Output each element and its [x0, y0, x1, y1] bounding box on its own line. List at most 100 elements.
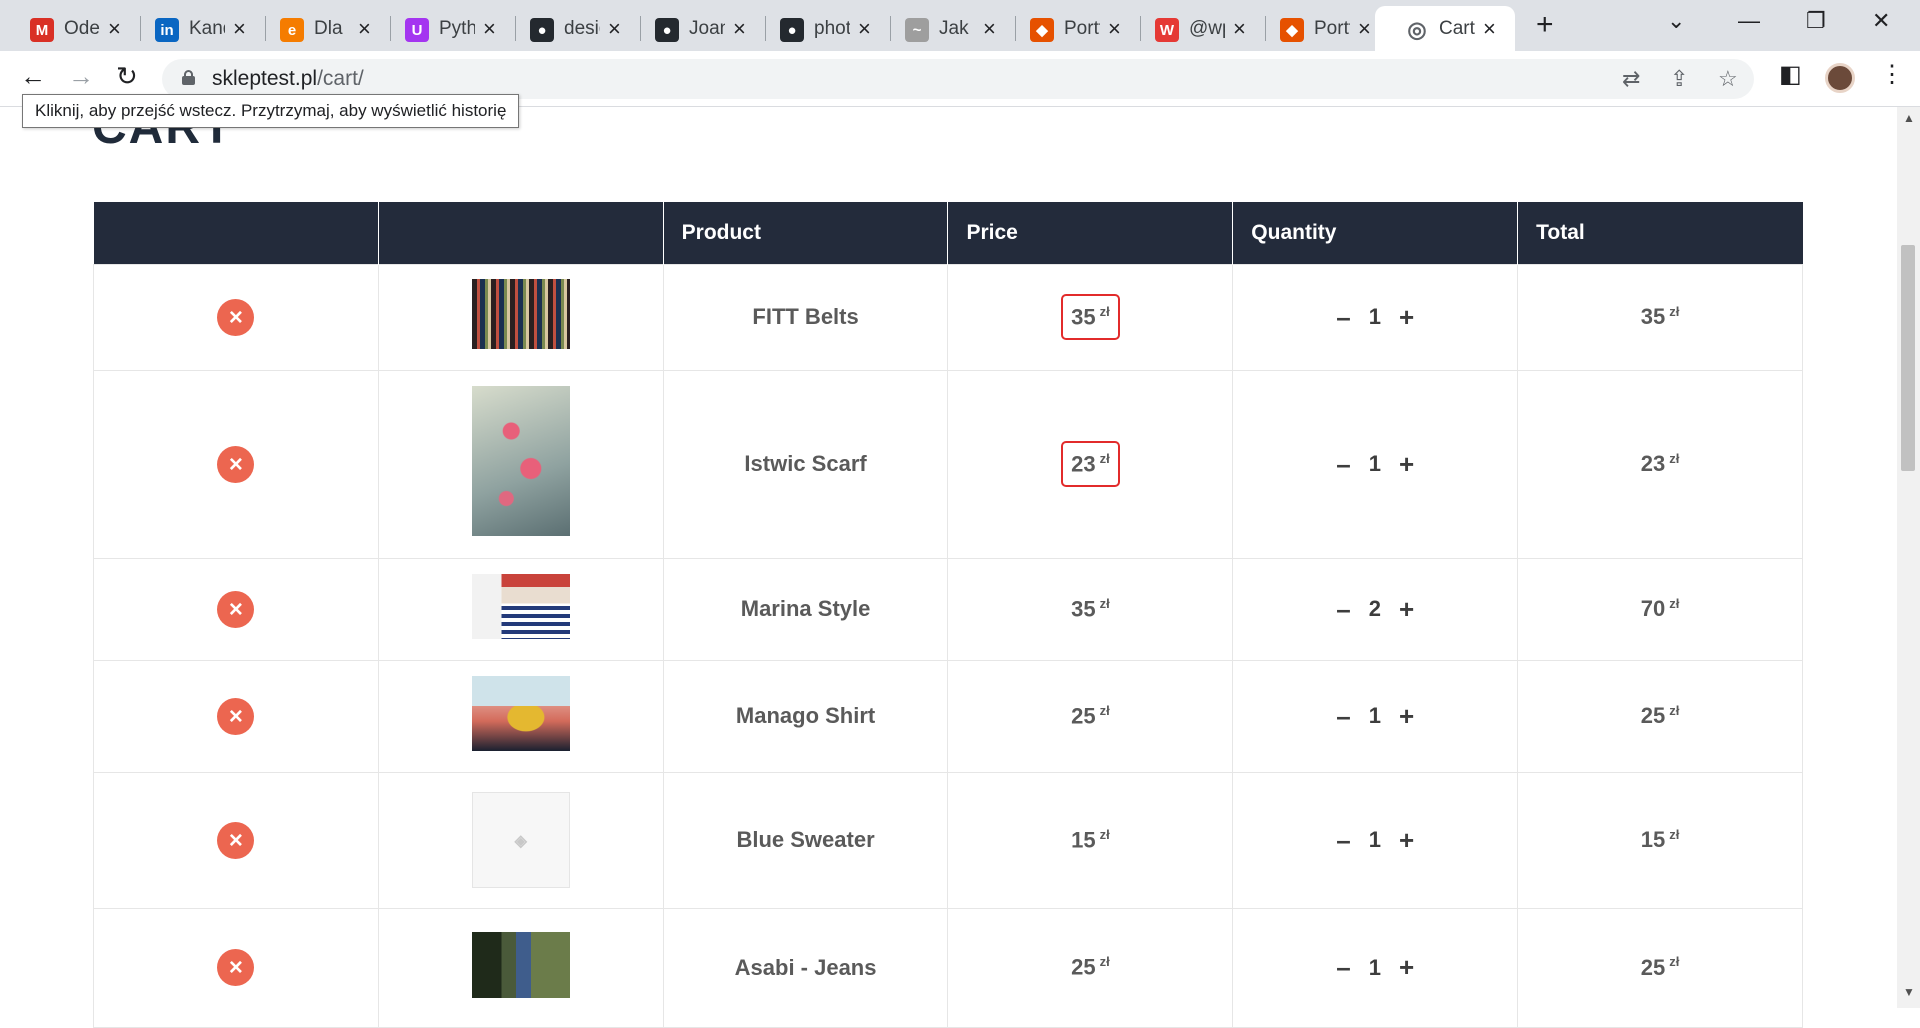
increase-quantity-button[interactable]: + [1399, 302, 1414, 333]
price-value: 23 [1071, 451, 1096, 477]
column-header-remove [93, 202, 379, 264]
menu-kebab-icon[interactable]: ⋮ [1880, 60, 1904, 89]
quantity-value[interactable]: 1 [1369, 451, 1381, 477]
quantity-cell: –1 + [1232, 369, 1519, 559]
browser-tab[interactable]: ◆ Portfolio × [1000, 6, 1141, 51]
remove-item-icon[interactable]: × [217, 821, 255, 859]
quantity-value[interactable]: 2 [1369, 596, 1381, 622]
remove-item-icon[interactable]: × [217, 590, 255, 628]
close-tab-icon[interactable]: × [1483, 16, 1496, 42]
share-icon[interactable]: ⇪ [1670, 66, 1688, 92]
close-tab-icon[interactable]: × [108, 16, 121, 42]
quantity-cell: –1 + [1232, 771, 1519, 909]
lock-icon[interactable] [182, 70, 195, 85]
browser-tab[interactable]: ~ Jak × [875, 6, 1016, 51]
minimize-icon[interactable]: — [1738, 8, 1760, 34]
quantity-value[interactable]: 1 [1369, 304, 1381, 330]
bookmark-star-icon[interactable]: ☆ [1718, 66, 1738, 92]
increase-quantity-button[interactable]: + [1399, 825, 1414, 856]
line-total: 25 zł [1641, 954, 1680, 979]
remove-item-icon[interactable]: × [217, 298, 255, 336]
restore-icon[interactable]: ❐ [1806, 8, 1826, 34]
close-tab-icon[interactable]: × [358, 16, 371, 42]
browser-tab[interactable]: ● photo × [750, 6, 891, 51]
product-thumbnail[interactable]: ◈ [471, 792, 570, 888]
scroll-down-arrow-icon[interactable]: ▼ [1903, 985, 1915, 999]
new-tab-button[interactable]: + [1536, 8, 1554, 42]
address-bar[interactable]: skleptest.pl/cart/ ⇄ ⇪ ☆ [162, 59, 1754, 99]
close-tab-icon[interactable]: × [1358, 16, 1371, 42]
item-price: 35 zł [1061, 293, 1120, 341]
column-header-product: Product [663, 202, 949, 264]
close-window-icon[interactable]: ✕ [1872, 8, 1890, 34]
product-thumbnail[interactable] [471, 386, 570, 536]
remove-cell: × [93, 263, 379, 371]
close-tab-icon[interactable]: × [733, 16, 746, 42]
close-tab-icon[interactable]: × [858, 16, 871, 42]
thumbnail-cell [377, 557, 664, 661]
scrollbar-thumb[interactable] [1901, 245, 1915, 471]
browser-tab[interactable]: in Kandydaci × [125, 6, 266, 51]
decrease-quantity-button[interactable]: – [1336, 594, 1350, 625]
thumbnail-cell [377, 907, 664, 1028]
thumbnail-cell [377, 263, 664, 371]
decrease-quantity-button[interactable]: – [1336, 952, 1350, 983]
increase-quantity-button[interactable]: + [1399, 449, 1414, 480]
close-tab-icon[interactable]: × [483, 16, 496, 42]
back-arrow-icon[interactable]: ← [20, 61, 46, 92]
increase-quantity-button[interactable]: + [1399, 594, 1414, 625]
remove-item-icon[interactable]: × [217, 697, 255, 735]
cart-row: × ◈ Blue Sweater 15 zł –1 +15 zł [93, 771, 1803, 909]
tab-search-icon[interactable]: ⌄ [1667, 8, 1685, 34]
remove-item-icon[interactable]: × [217, 445, 255, 483]
decrease-quantity-button[interactable]: – [1336, 825, 1350, 856]
browser-tab[interactable]: W @wp × [1125, 6, 1266, 51]
tab-title: Cart [1439, 18, 1475, 39]
price-cell: 25 zł [947, 659, 1234, 773]
close-tab-icon[interactable]: × [233, 16, 246, 42]
remove-item-icon[interactable]: × [217, 949, 255, 986]
currency-label: zł [1099, 702, 1110, 718]
product-thumbnail[interactable] [471, 279, 570, 349]
close-tab-icon[interactable]: × [983, 16, 996, 42]
browser-tab[interactable]: ◎ Cart × [1375, 6, 1515, 51]
product-name-link[interactable]: Blue Sweater [736, 827, 874, 852]
profile-avatar[interactable] [1825, 63, 1855, 93]
total-cell: 15 zł [1517, 771, 1803, 909]
product-name-link[interactable]: Marina Style [741, 596, 871, 621]
url-text[interactable]: skleptest.pl/cart/ [212, 67, 364, 91]
quantity-value[interactable]: 1 [1369, 827, 1381, 853]
line-total: 25 zł [1641, 703, 1680, 728]
quantity-value[interactable]: 1 [1369, 703, 1381, 729]
decrease-quantity-button[interactable]: – [1336, 701, 1350, 732]
browser-tab[interactable]: e Dla × [250, 6, 391, 51]
scroll-up-arrow-icon[interactable]: ▲ [1903, 111, 1915, 125]
browser-tab[interactable]: U Python × [375, 6, 516, 51]
decrease-quantity-button[interactable]: – [1336, 302, 1350, 333]
quantity-value[interactable]: 1 [1369, 955, 1381, 981]
increase-quantity-button[interactable]: + [1399, 952, 1414, 983]
product-name-cell: Marina Style [662, 557, 949, 661]
product-thumbnail[interactable] [471, 675, 570, 751]
decrease-quantity-button[interactable]: – [1336, 449, 1350, 480]
increase-quantity-button[interactable]: + [1399, 701, 1414, 732]
translate-icon[interactable]: ⇄ [1622, 66, 1640, 92]
browser-tab[interactable]: M Odebrane × [0, 6, 141, 51]
product-thumbnail[interactable] [471, 573, 570, 639]
close-tab-icon[interactable]: × [608, 16, 621, 42]
side-panel-icon[interactable]: ◧ [1779, 60, 1802, 89]
close-tab-icon[interactable]: × [1108, 16, 1121, 42]
page-scrollbar[interactable]: ▲ ▼ [1897, 107, 1920, 1008]
currency-label: zł [1669, 826, 1680, 842]
forward-arrow-icon[interactable]: → [68, 61, 94, 92]
browser-tab[interactable]: ● Joanna × [625, 6, 766, 51]
browser-tab[interactable]: ● design × [500, 6, 641, 51]
product-name-link[interactable]: Asabi - Jeans [735, 955, 877, 980]
product-name-link[interactable]: Manago Shirt [736, 703, 875, 728]
close-tab-icon[interactable]: × [1233, 16, 1246, 42]
product-name-link[interactable]: Istwic Scarf [744, 451, 866, 476]
product-thumbnail[interactable] [471, 931, 570, 998]
product-name-link[interactable]: FITT Belts [752, 304, 858, 329]
browser-tab[interactable]: ◆ Portfolio × [1250, 6, 1391, 51]
reload-icon[interactable]: ↻ [116, 61, 138, 92]
